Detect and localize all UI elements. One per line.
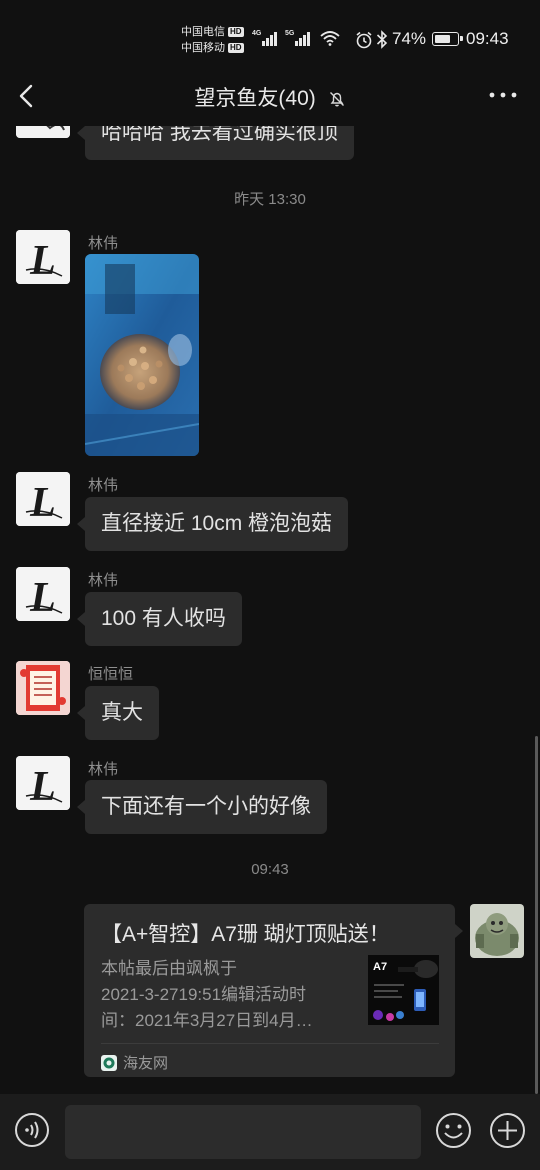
chat-header: 望京鱼友(40) bbox=[0, 68, 540, 126]
timestamp: 昨天 13:30 bbox=[234, 191, 306, 208]
message-bubble[interactable]: 直径接近 10cm 橙泡泡菇 bbox=[76, 497, 349, 551]
timestamp: 09:43 bbox=[251, 861, 289, 878]
battery-icon bbox=[432, 32, 463, 46]
carrier-1: 中国电信 HD bbox=[181, 25, 251, 39]
bluetooth-icon bbox=[376, 30, 388, 49]
message-list[interactable]: 哈哈哈 我去看过确实很顶 昨天 13:30 L 林伟 L 林伟 直径接近 10c… bbox=[0, 126, 540, 1094]
alarm-icon bbox=[356, 31, 372, 49]
card-source-name: 海友网 bbox=[123, 1055, 169, 1072]
network-2-label: 5G bbox=[285, 30, 295, 37]
status-bar: 中国电信 HD 中国移动 HD 4G 5G 74% 09:43 bbox=[0, 0, 540, 68]
card-thumbnail: A7 bbox=[368, 955, 439, 1025]
card-description: 本帖最后由飒枫于 2021-3-2719:51编辑活动时 间：2021年3月27… bbox=[101, 956, 359, 1034]
avatar[interactable] bbox=[16, 126, 70, 138]
sender-name: 恒恒恒 bbox=[88, 666, 134, 683]
hd-badge: HD bbox=[228, 27, 244, 37]
chat-screen: 中国电信 HD 中国移动 HD 4G 5G 74% 09:43 望京鱼友(40)… bbox=[0, 0, 540, 1170]
sender-name: 林伟 bbox=[88, 761, 119, 778]
emoji-icon[interactable] bbox=[435, 1112, 472, 1149]
avatar[interactable]: L bbox=[16, 472, 70, 526]
hd-badge: HD bbox=[228, 43, 244, 53]
link-card[interactable]: 【A+智控】A7珊 瑚灯顶贴送！ 本帖最后由飒枫于 2021-3-2719:51… bbox=[84, 904, 463, 1077]
avatar[interactable]: L bbox=[16, 756, 70, 810]
carrier-2: 中国移动 HD bbox=[181, 41, 251, 55]
carrier-2-label: 中国移动 bbox=[181, 42, 225, 54]
card-title: 【A+智控】A7珊 瑚灯顶贴送！ bbox=[101, 923, 390, 946]
status-time: 09:43 bbox=[466, 29, 509, 48]
mute-bell-icon bbox=[329, 92, 344, 107]
chat-title-wrap[interactable]: 望京鱼友(40) bbox=[0, 82, 540, 112]
wifi-icon bbox=[320, 31, 340, 46]
plus-icon[interactable] bbox=[489, 1112, 526, 1149]
voice-icon[interactable] bbox=[14, 1112, 50, 1148]
source-logo-icon bbox=[101, 1054, 117, 1071]
battery-fill bbox=[434, 34, 451, 43]
sender-name: 林伟 bbox=[88, 477, 119, 494]
card-source: 海友网 bbox=[101, 1052, 168, 1073]
card-desc-line: 2021-3-2719:51编辑活动时 bbox=[101, 985, 307, 1004]
card-desc-line: 间：2021年3月27日到4月… bbox=[101, 1011, 313, 1030]
battery-percent: 74% bbox=[392, 29, 427, 48]
more-icon[interactable] bbox=[488, 90, 518, 100]
message-bubble[interactable]: 100 有人收吗 bbox=[77, 592, 242, 646]
message-bubble[interactable]: 哈哈哈 我去看过确实很顶 bbox=[77, 126, 354, 160]
svg-text:L: L bbox=[29, 480, 56, 526]
svg-text:L: L bbox=[29, 764, 56, 810]
message-input[interactable] bbox=[65, 1105, 421, 1159]
sender-name: 林伟 bbox=[88, 235, 119, 252]
input-bar bbox=[0, 1094, 540, 1170]
avatar[interactable]: L bbox=[16, 230, 70, 284]
message-bubble[interactable]: 真大 bbox=[77, 686, 159, 740]
message-bubble[interactable]: 下面还有一个小的好像 bbox=[77, 780, 327, 834]
divider bbox=[101, 1043, 439, 1044]
card-desc-line: 本帖最后由飒枫于 bbox=[101, 959, 237, 978]
signal-icon bbox=[295, 30, 310, 46]
sender-name: 林伟 bbox=[88, 572, 119, 589]
signal-icon bbox=[262, 30, 277, 46]
avatar[interactable] bbox=[16, 661, 70, 715]
thumb-label: A7 bbox=[373, 961, 387, 973]
scrollbar[interactable] bbox=[535, 736, 538, 1094]
svg-text:L: L bbox=[29, 238, 56, 284]
carrier-1-label: 中国电信 bbox=[181, 26, 225, 38]
my-avatar[interactable] bbox=[470, 904, 524, 958]
chat-title: 望京鱼友(40) bbox=[194, 87, 316, 110]
network-1-label: 4G bbox=[252, 30, 262, 37]
image-message[interactable] bbox=[85, 254, 199, 456]
svg-text:L: L bbox=[29, 575, 56, 621]
avatar[interactable]: L bbox=[16, 567, 70, 621]
